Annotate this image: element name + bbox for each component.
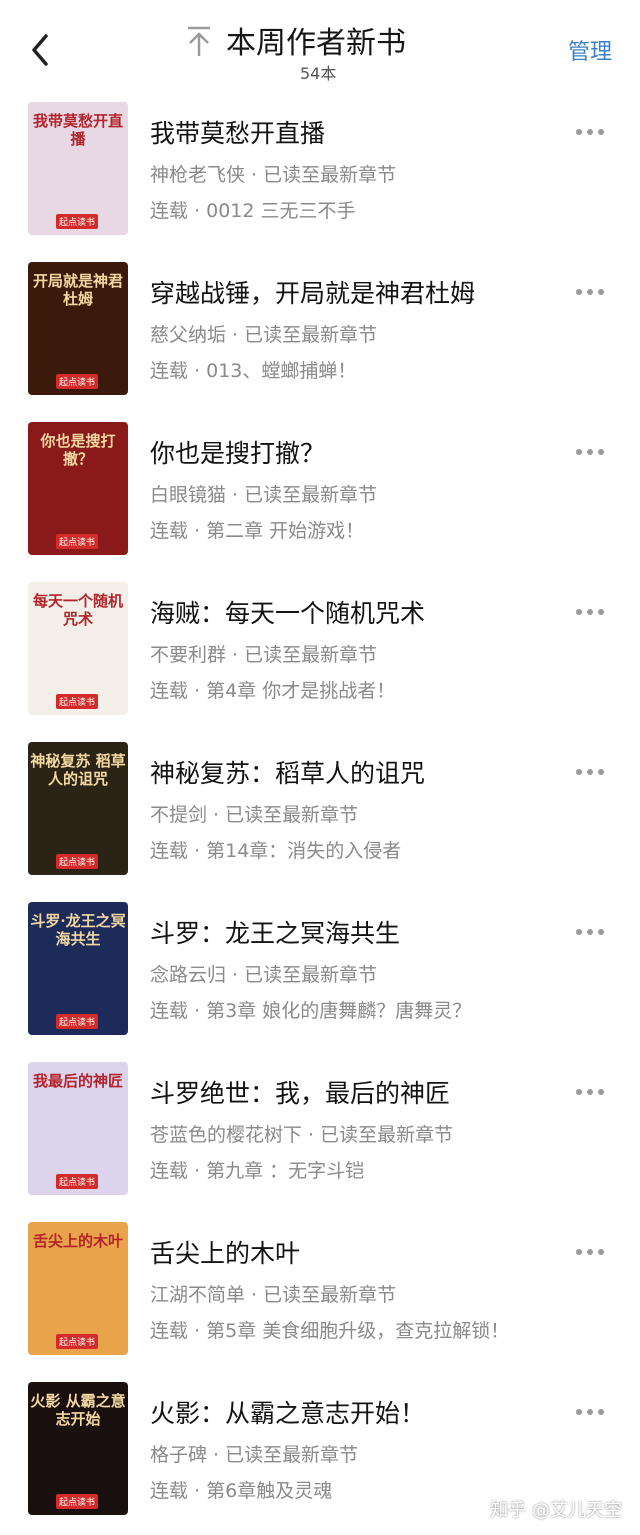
cover-badge: 起点读书: [56, 854, 99, 869]
list-item[interactable]: 我最后的神匠 起点读书 斗罗绝世：我，最后的神匠 苍蓝色的樱花树下 · 已读至最新章节…: [0, 1060, 640, 1220]
more-options-icon[interactable]: [576, 440, 610, 460]
list-item[interactable]: 我带莫愁开直播 起点读书 我带莫愁开直播 神枪老飞侠 · 已读至最新章节 连载 · 00…: [0, 100, 640, 260]
cover-title: 火影 从霸之意志开始: [30, 1392, 126, 1428]
book-latest-chapter: 连载 · 0012 三无三不手: [150, 200, 356, 222]
more-options-icon[interactable]: [576, 1240, 610, 1260]
book-title[interactable]: 我带莫愁开直播: [150, 114, 325, 150]
cover-badge: 起点读书: [56, 534, 99, 549]
book-cover[interactable]: 我最后的神匠 起点读书: [28, 1062, 128, 1195]
list-item[interactable]: 开局就是神君杜姆 起点读书 穿越战锤，开局就是神君杜姆 慈父纳垢 · 已读至最新章节连…: [0, 260, 640, 420]
book-title[interactable]: 舌尖上的木叶: [150, 1234, 300, 1270]
cover-badge: 起点读书: [56, 1334, 99, 1349]
cover-title: 开局就是神君杜姆: [32, 272, 123, 308]
book-author-status: 不提剑 · 已读至最新章节: [150, 804, 359, 826]
book-cover[interactable]: 每天一个随机咒术起点读书: [28, 582, 128, 715]
page-title: 本周作者新书: [226, 26, 406, 61]
cover-title: 斗罗·龙王之冥海共生: [30, 912, 126, 948]
book-author-status: 江湖不简单 · 已读至最新章节: [150, 1284, 397, 1306]
book-latest-chapter: 连载 · 第二章 开始游戏！: [150, 520, 365, 542]
book-latest-chapter: 连载 · 第6章触及灵魂: [150, 1480, 333, 1502]
list-item[interactable]: 斗罗·龙王之冥海共生 起点读书 斗罗：龙王之冥海共生 念路云归 · 已读至最新章节 连载…: [0, 900, 640, 1060]
book-title[interactable]: 斗罗：龙王之冥海共生: [150, 914, 400, 950]
cover-badge: 起点读书: [56, 1014, 99, 1029]
more-options-icon[interactable]: [576, 120, 610, 140]
chevron-left-icon[interactable]: [26, 30, 56, 70]
book-latest-chapter: 连载 · 第5章 美食细胞升级，查克拉解锁！: [150, 1320, 510, 1342]
more-options-icon[interactable]: [576, 600, 610, 620]
book-title[interactable]: 你也是搜打撤？: [150, 434, 325, 470]
header: 本周作者新书 54本 管理: [0, 0, 640, 92]
cover-badge: 起点读书: [56, 374, 99, 389]
book-list: 我带莫愁开直播 起点读书 我带莫愁开直播 神枪老飞侠 · 已读至最新章节 连载 · 00…: [0, 100, 640, 1535]
book-author-status: 慈父纳垢 · 已读至最新章节: [150, 324, 378, 346]
book-latest-chapter: 连载 · 013、螳螂捕蝉！: [150, 360, 357, 382]
cover-title: 每天一个随机咒术: [32, 592, 123, 628]
book-author-status: 不要利群 · 已读至最新章节: [150, 644, 378, 666]
book-cover[interactable]: 开局就是神君杜姆起点读书: [28, 262, 128, 395]
more-options-icon[interactable]: [576, 1400, 610, 1420]
cover-badge: 起点读书: [56, 1174, 99, 1189]
book-title[interactable]: 神秘复苏：稻草人的诅咒: [150, 754, 425, 790]
cover-title: 舌尖上的木叶: [32, 1232, 123, 1250]
cover-badge: 起点读书: [56, 214, 99, 229]
book-latest-chapter: 连载 · 第九章 ：无字斗铠: [150, 1160, 365, 1182]
cover-title: 我最后的神匠: [32, 1072, 123, 1090]
cover-badge: 起点读书: [56, 694, 99, 709]
more-options-icon[interactable]: [576, 1080, 610, 1100]
list-item[interactable]: 舌尖上的木叶 起点读书 舌尖上的木叶 江湖不简单 · 已读至最新章节 连载 · 第5章 …: [0, 1220, 640, 1380]
watermark: 知乎 @艾儿天空: [490, 1500, 622, 1521]
list-item[interactable]: 你也是搜打撤？ 起点读书 你也是搜打撤？ 白眼镜猫 · 已读至最新章节 连载 · 第二章…: [0, 420, 640, 580]
manage-button[interactable]: 管理: [568, 34, 612, 66]
book-author-status: 格子碑 · 已读至最新章节: [150, 1444, 359, 1466]
cover-badge: 起点读书: [56, 1494, 99, 1509]
book-cover[interactable]: 舌尖上的木叶 起点读书: [28, 1222, 128, 1355]
book-cover[interactable]: 斗罗·龙王之冥海共生起点读书: [28, 902, 128, 1035]
more-options-icon[interactable]: [576, 760, 610, 780]
more-options-icon[interactable]: [576, 280, 610, 300]
book-title[interactable]: 火影：从霸之意志开始！: [150, 1394, 425, 1430]
book-latest-chapter: 连载 · 第4章 你才是挑战者！: [150, 680, 396, 702]
cover-title: 我带莫愁开直播: [32, 112, 123, 148]
book-cover[interactable]: 神秘复苏 稻草人的诅咒起点读书: [28, 742, 128, 875]
more-options-icon[interactable]: [576, 920, 610, 940]
cover-title: 你也是搜打撤？: [40, 432, 116, 468]
book-cover[interactable]: 你也是搜打撤？ 起点读书: [28, 422, 128, 555]
book-author-status: 念路云归 · 已读至最新章节: [150, 964, 378, 986]
list-item[interactable]: 神秘复苏 稻草人的诅咒 起点读书 神秘复苏：稻草人的诅咒 不提剑 · 已读至最新章节连…: [0, 740, 640, 900]
book-latest-chapter: 连载 · 第3章 娘化的唐舞麟？唐舞灵？: [150, 1000, 472, 1022]
arrow-up-to-top-icon[interactable]: [184, 24, 214, 58]
book-cover[interactable]: 火影 从霸之意志开始起点读书: [28, 1382, 128, 1515]
book-author-status: 苍蓝色的樱花树下 · 已读至最新章节: [150, 1124, 454, 1146]
book-author-status: 神枪老飞侠 · 已读至最新章节: [150, 164, 397, 186]
book-author-status: 白眼镜猫 · 已读至最新章节: [150, 484, 378, 506]
cover-title: 神秘复苏 稻草人的诅咒: [30, 752, 126, 788]
book-cover[interactable]: 我带莫愁开直播起点读书: [28, 102, 128, 235]
list-item[interactable]: 每天一个随机咒术 起点读书 海贼：每天一个随机咒术 不要利群 · 已读至最新章节 连载 …: [0, 580, 640, 740]
book-title[interactable]: 海贼：每天一个随机咒术: [150, 594, 425, 630]
book-title[interactable]: 穿越战锤，开局就是神君杜姆: [150, 274, 475, 310]
book-latest-chapter: 连载 · 第14章：消失的入侵者: [150, 840, 402, 862]
book-title[interactable]: 斗罗绝世：我，最后的神匠: [150, 1074, 450, 1110]
book-count: 54本: [300, 64, 337, 83]
